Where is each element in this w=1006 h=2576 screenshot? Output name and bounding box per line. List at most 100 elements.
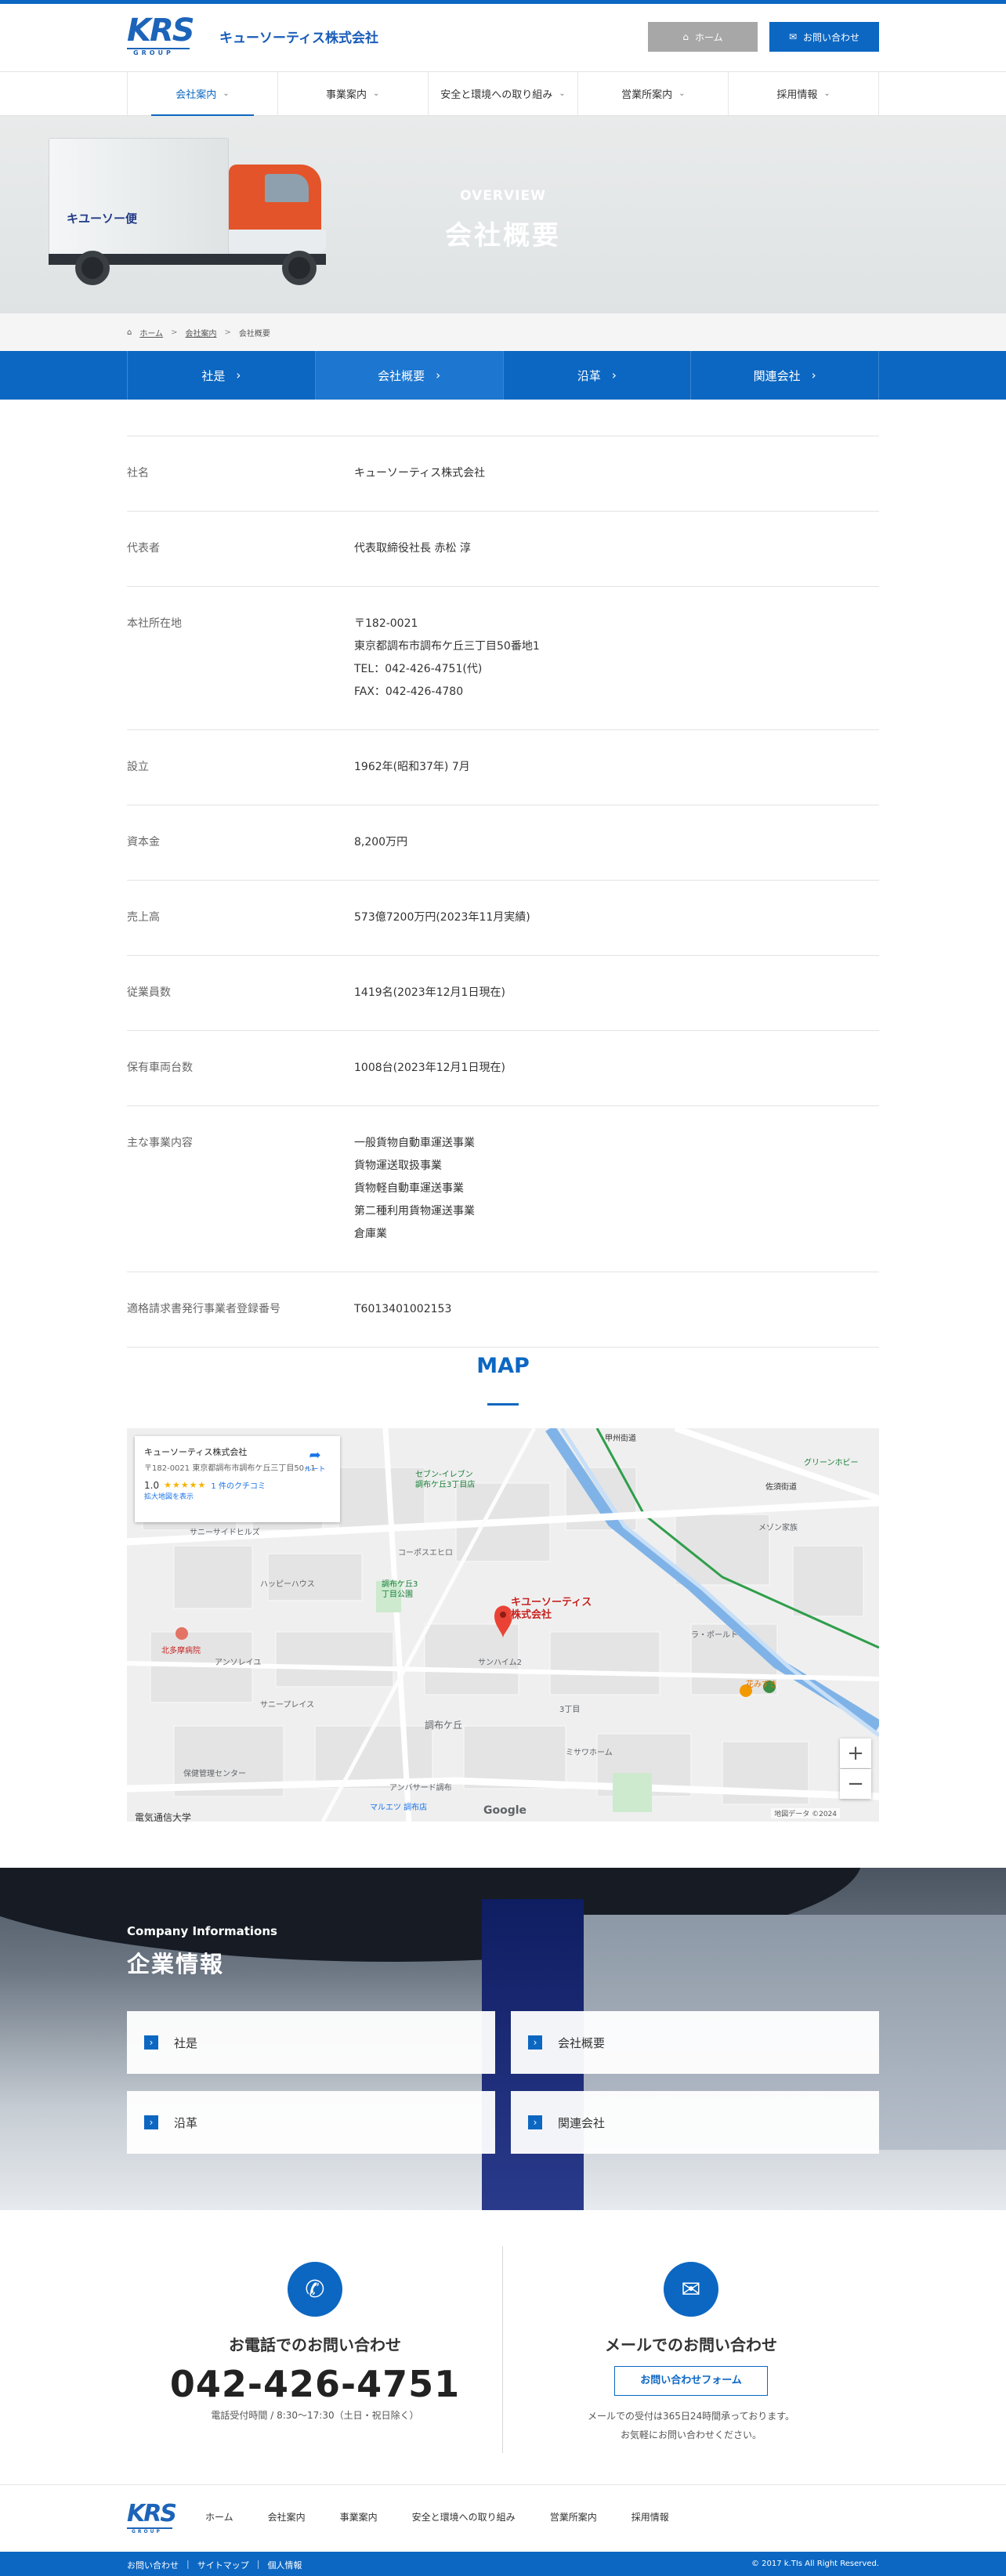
row-value: T6013401002153 (354, 1298, 879, 1321)
map-label: マルエツ 調布店 (370, 1804, 428, 1812)
mail-note-line: メールでの受付は365日24時間承っております。 (587, 2411, 794, 2422)
table-row: 保有車両台数 1008台(2023年12月1日現在) (127, 1030, 879, 1105)
map-label: ミサワホーム (566, 1749, 613, 1757)
mail-note: メールでの受付は365日24時間承っております。 お気軽にお問い合わせください。 (503, 2407, 879, 2444)
breadcrumb-parent[interactable]: 会社案内 (185, 327, 216, 338)
subnav-item-overview[interactable]: 会社概要 › (314, 351, 503, 400)
directions-button[interactable]: ➦ ルート (301, 1447, 329, 1474)
star-icon: ★★★★★ (164, 1480, 207, 1490)
chevron-right-icon: › (436, 368, 441, 382)
table-row: 適格請求書発行事業者登録番号 T6013401002153 (127, 1272, 879, 1348)
subnav-item-history[interactable]: 沿革 › (502, 351, 691, 400)
mail-note-line: お気軽にお問い合わせください。 (620, 2429, 762, 2440)
row-value: 8,200万円 (354, 831, 879, 854)
row-label: 本社所在地 (127, 617, 182, 630)
chevron-down-icon: ⌄ (823, 89, 830, 98)
phone-number[interactable]: 042-426-4751 (127, 2363, 503, 2405)
footer-link-home[interactable]: ホーム (205, 2510, 233, 2524)
directions-icon: ➦ (309, 1447, 321, 1463)
nav-item-label: 安全と環境への取り組み (440, 89, 553, 101)
phone-icon: ✆ (288, 2262, 342, 2317)
info-card-motto[interactable]: › 社是 (127, 2011, 495, 2074)
home-button-label: ホーム (694, 31, 723, 43)
map-copyright: 地図データ ©2024 (771, 1808, 840, 1818)
info-card-overview[interactable]: › 会社概要 (511, 2011, 879, 2074)
nav-item-safety[interactable]: 安全と環境への取り組み ⌄ (427, 72, 578, 115)
copyright: © 2017 k.TIs All Right Reserved. (751, 2560, 879, 2568)
table-row: 設立 1962年(昭和37年) 7月 (127, 729, 879, 805)
row-value: 1008台(2023年12月1日現在) (354, 1057, 879, 1080)
map-label: 花みずき (746, 1681, 777, 1689)
chevron-right-icon: › (528, 2035, 542, 2050)
page-title: 会社概要 (445, 220, 561, 251)
zoom-in-button[interactable]: + (840, 1738, 871, 1768)
table-row: 本社所在地 〒182-0021 東京都調布市調布ケ丘三丁目50番地1 TEL：042-… (127, 586, 879, 729)
subnav-item-label: 沿革 (577, 368, 601, 383)
info-card-affiliates[interactable]: › 関連会社 (511, 2091, 879, 2154)
nav-item-label: 事業案内 (325, 89, 367, 101)
mail-icon: ✉ (788, 31, 798, 42)
bottom-link-sitemap[interactable]: サイトマップ (197, 2559, 249, 2571)
value-line: 東京都調布市調布ケ丘三丁目50番地1 (354, 640, 540, 653)
nav-item-company[interactable]: 会社案内 ⌄ (127, 72, 277, 116)
nav-item-offices[interactable]: 営業所案内 ⌄ (577, 72, 728, 115)
value-line: 貨物軽自動車運送事業 (354, 1182, 464, 1195)
info-card-label: 会社概要 (558, 2035, 606, 2050)
footer-nav: ホーム 会社案内 事業案内 安全と環境への取り組み 営業所案内 採用情報 (205, 2510, 669, 2524)
zoom-out-button[interactable]: − (840, 1769, 871, 1799)
breadcrumb-current: 会社概要 (238, 329, 270, 338)
info-title: 企業情報 (127, 1951, 225, 1977)
row-label: 主な事業内容 (127, 1137, 193, 1149)
company-name[interactable]: キューソーティス株式会社 (219, 27, 378, 46)
value-line: 一般貨物自動車運送事業 (354, 1137, 475, 1149)
review-count-link[interactable]: 1 件のクチコミ (211, 1479, 266, 1491)
bottom-link-contact[interactable]: お問い合わせ (127, 2559, 179, 2571)
info-card-label: 社是 (174, 2035, 198, 2050)
footer-link-company[interactable]: 会社案内 (268, 2510, 306, 2524)
row-label: 適格請求書発行事業者登録番号 (127, 1303, 280, 1315)
site-header: KRS GROUP キューソーティス株式会社 ⌂ ホーム ✉ お問い合わせ (0, 4, 1006, 71)
contact-form-button[interactable]: お問い合わせフォーム (614, 2366, 768, 2396)
nav-item-label: 採用情報 (776, 89, 818, 101)
bottom-link-privacy[interactable]: 個人情報 (267, 2559, 302, 2571)
table-row: 代表者 代表取締役社長 赤松 淳 (127, 511, 879, 586)
nav-item-business[interactable]: 事業案内 ⌄ (277, 72, 428, 115)
value-line: 代表取締役社長 赤松 淳 (354, 542, 471, 555)
table-row: 主な事業内容 一般貨物自動車運送事業 貨物運送取扱事業 貨物軽自動車運送事業 第二種利用… (127, 1105, 879, 1272)
larger-map-link[interactable]: 拡大地図を表示 (144, 1493, 194, 1501)
contact-button[interactable]: ✉ お問い合わせ (769, 22, 879, 52)
krs-logo[interactable]: KRS GROUP (127, 15, 195, 59)
breadcrumb: ⌂ ホーム > 会社案内 > 会社概要 (0, 313, 1006, 351)
separator: | (256, 2559, 260, 2569)
row-label: 代表者 (127, 542, 160, 555)
subnav-item-motto[interactable]: 社是 › (127, 351, 315, 400)
row-label: 社名 (127, 467, 149, 479)
value-line: 貨物運送取扱事業 (354, 1160, 442, 1172)
nav-item-label: 営業所案内 (621, 89, 673, 101)
footer-link-offices[interactable]: 営業所案内 (550, 2510, 597, 2524)
place-info-card: キューソーティス株式会社 〒182-0021 東京都調布市調布ケ丘三丁目50−1… (135, 1436, 340, 1522)
chevron-down-icon: ⌄ (559, 89, 566, 98)
row-value: 1419名(2023年12月1日現在) (354, 982, 879, 1004)
row-value: キューソーティス株式会社 (354, 462, 879, 485)
footer-logo[interactable]: KRS GROUP (127, 2502, 177, 2534)
info-card-history[interactable]: › 沿革 (127, 2091, 495, 2154)
hero-banner: キユーソー便 OVERVIEW 会社概要 (0, 116, 1006, 313)
footer-link-safety[interactable]: 安全と環境への取り組み (412, 2510, 516, 2524)
footer-link-business[interactable]: 事業案内 (340, 2510, 378, 2524)
home-button[interactable]: ⌂ ホーム (648, 22, 758, 52)
row-label: 資本金 (127, 836, 160, 848)
map-label: アンソレイユ (215, 1659, 262, 1667)
breadcrumb-home[interactable]: ホーム (139, 327, 163, 338)
chevron-right-icon: › (236, 368, 241, 382)
footer-link-recruit[interactable]: 採用情報 (631, 2510, 669, 2524)
subnav-item-affiliates[interactable]: 関連会社 › (690, 351, 879, 400)
chevron-down-icon: ⌄ (373, 89, 380, 98)
value-line: T6013401002153 (354, 1303, 452, 1315)
home-icon: ⌂ (127, 327, 132, 337)
google-map[interactable]: キユーソーティス 株式会社 セブン-イレブン 調布ケ丘3丁目店 グリーンホビー サ… (127, 1428, 879, 1822)
subnav-item-label: 関連会社 (753, 368, 801, 383)
value-line: FAX：042-426-4780 (354, 686, 464, 698)
nav-item-recruit[interactable]: 採用情報 ⌄ (728, 72, 879, 115)
breadcrumb-separator: > (224, 327, 231, 337)
